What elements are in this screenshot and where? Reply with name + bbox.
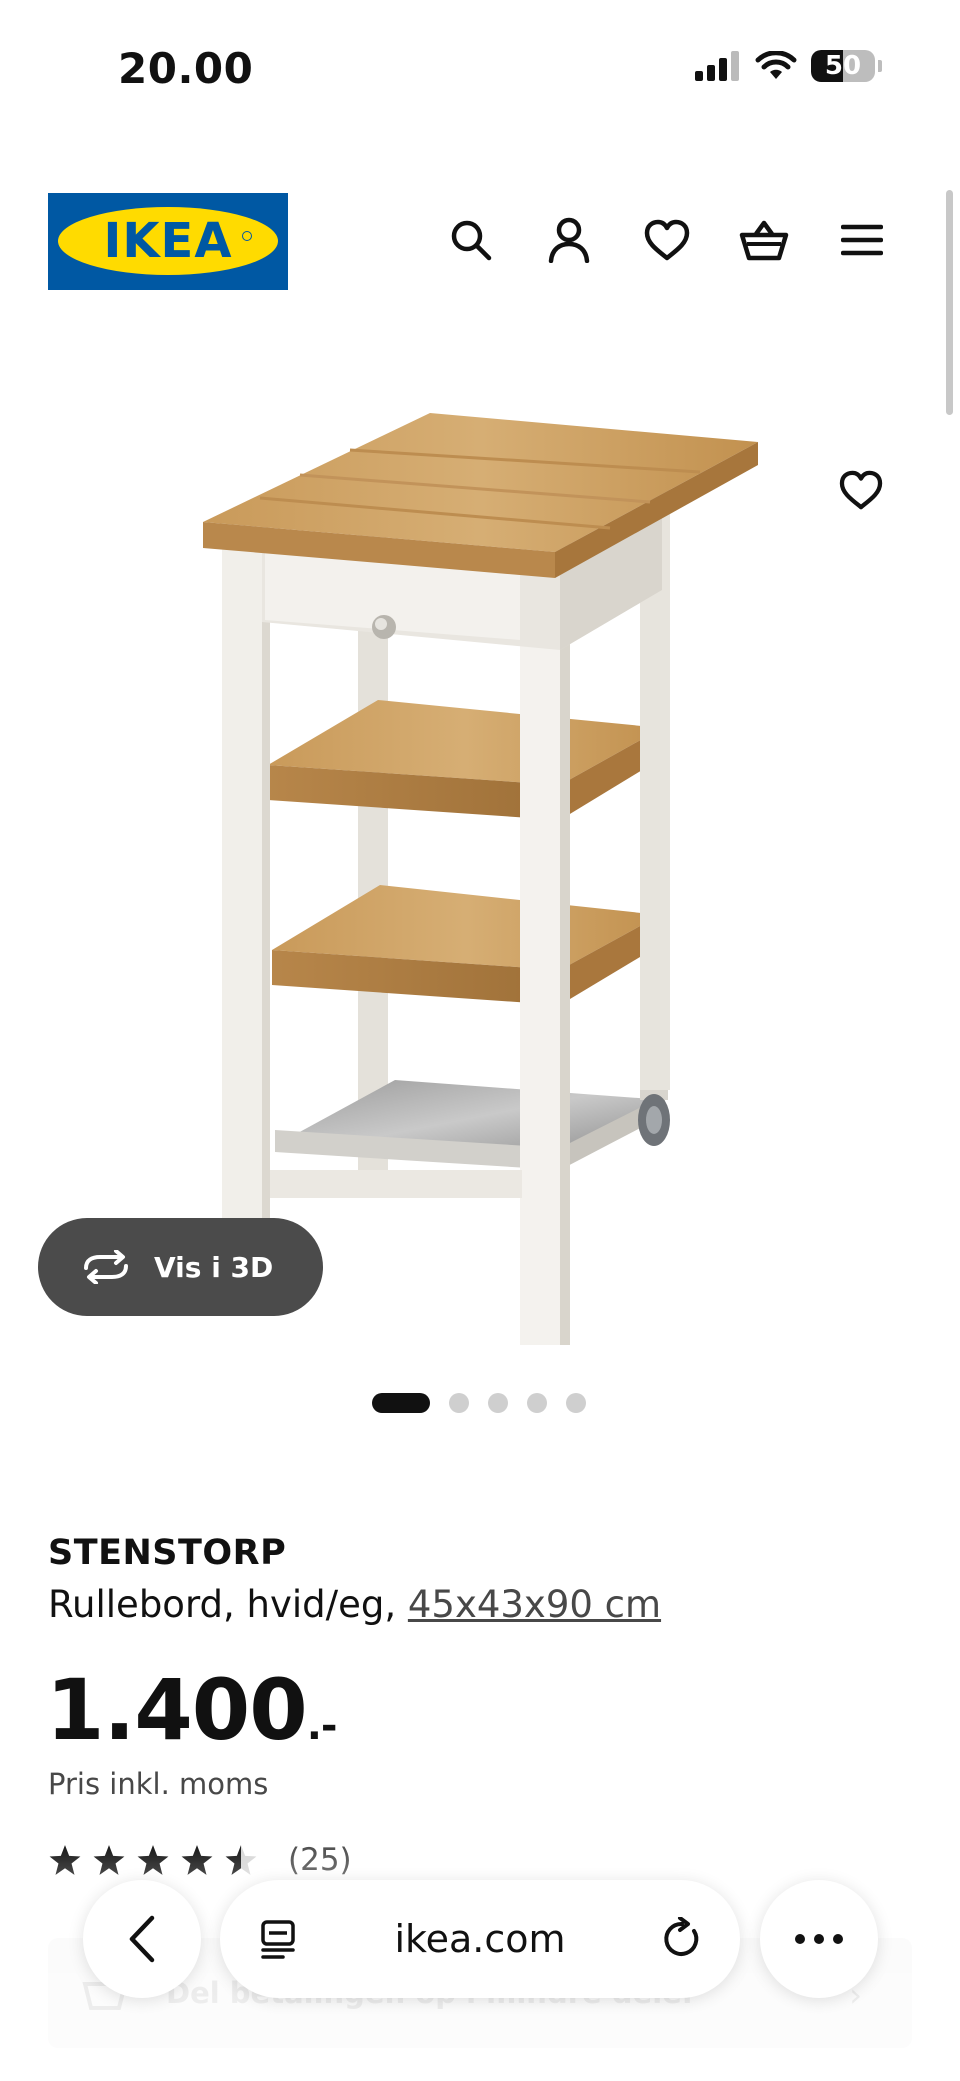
wifi-icon (755, 51, 797, 79)
view-in-3d-label: Vis i 3D (154, 1250, 274, 1284)
signal-icon (695, 51, 739, 81)
product-rating[interactable]: (25) (48, 1842, 352, 1878)
rotate-3d-icon (84, 1250, 128, 1284)
review-count: (25) (288, 1842, 352, 1878)
product-price: 1.400.- (46, 1665, 337, 1771)
browser-toolbar: ikea.com (0, 1880, 960, 2000)
price-suffix: .- (306, 1703, 338, 1749)
rating-stars (48, 1844, 258, 1876)
image-carousel-dots (372, 1392, 586, 1414)
wishlist-heart-icon[interactable] (639, 212, 695, 268)
save-to-wishlist-icon[interactable] (833, 462, 889, 518)
price-note: Pris inkl. moms (48, 1767, 269, 1801)
carousel-dot[interactable] (566, 1393, 586, 1413)
star-icon (137, 1845, 169, 1875)
product-dimensions-link[interactable]: 45x43x90 cm (408, 1583, 661, 1626)
carousel-dot[interactable] (449, 1393, 469, 1413)
product-image[interactable] (0, 330, 960, 1350)
price-main: 1.400 (46, 1661, 308, 1759)
status-bar: 20.00 50 (0, 0, 960, 140)
back-chevron-icon (129, 1915, 155, 1963)
reload-icon[interactable] (654, 1911, 710, 1967)
ikea-logo[interactable]: IKEA (48, 193, 288, 290)
view-in-3d-button[interactable]: Vis i 3D (38, 1218, 323, 1316)
status-time: 20.00 (118, 44, 254, 93)
carousel-dot[interactable] (488, 1393, 508, 1413)
browser-more-button[interactable] (760, 1880, 878, 1998)
star-icon (225, 1845, 257, 1875)
site-header: IKEA (0, 190, 960, 290)
carousel-dot[interactable] (527, 1393, 547, 1413)
battery-icon: 50 (811, 50, 875, 82)
product-name: STENSTORP (48, 1533, 287, 1573)
browser-back-button[interactable] (83, 1880, 201, 1998)
more-icon (795, 1934, 843, 1944)
product-type: Rullebord, hvid/eg, (48, 1583, 397, 1626)
carousel-dot[interactable] (372, 1393, 430, 1413)
product-description: Rullebord, hvid/eg, 45x43x90 cm (48, 1583, 661, 1626)
search-icon[interactable] (443, 212, 499, 268)
account-icon[interactable] (541, 212, 597, 268)
status-icons: 50 (695, 50, 882, 82)
address-bar[interactable]: ikea.com (220, 1880, 740, 1998)
star-icon (181, 1845, 213, 1875)
star-icon (93, 1845, 125, 1875)
battery-percent: 50 (824, 51, 862, 81)
logo-text: IKEA (103, 213, 233, 269)
star-icon (49, 1845, 81, 1875)
shopping-basket-icon[interactable] (736, 212, 792, 268)
menu-icon[interactable] (834, 212, 890, 268)
